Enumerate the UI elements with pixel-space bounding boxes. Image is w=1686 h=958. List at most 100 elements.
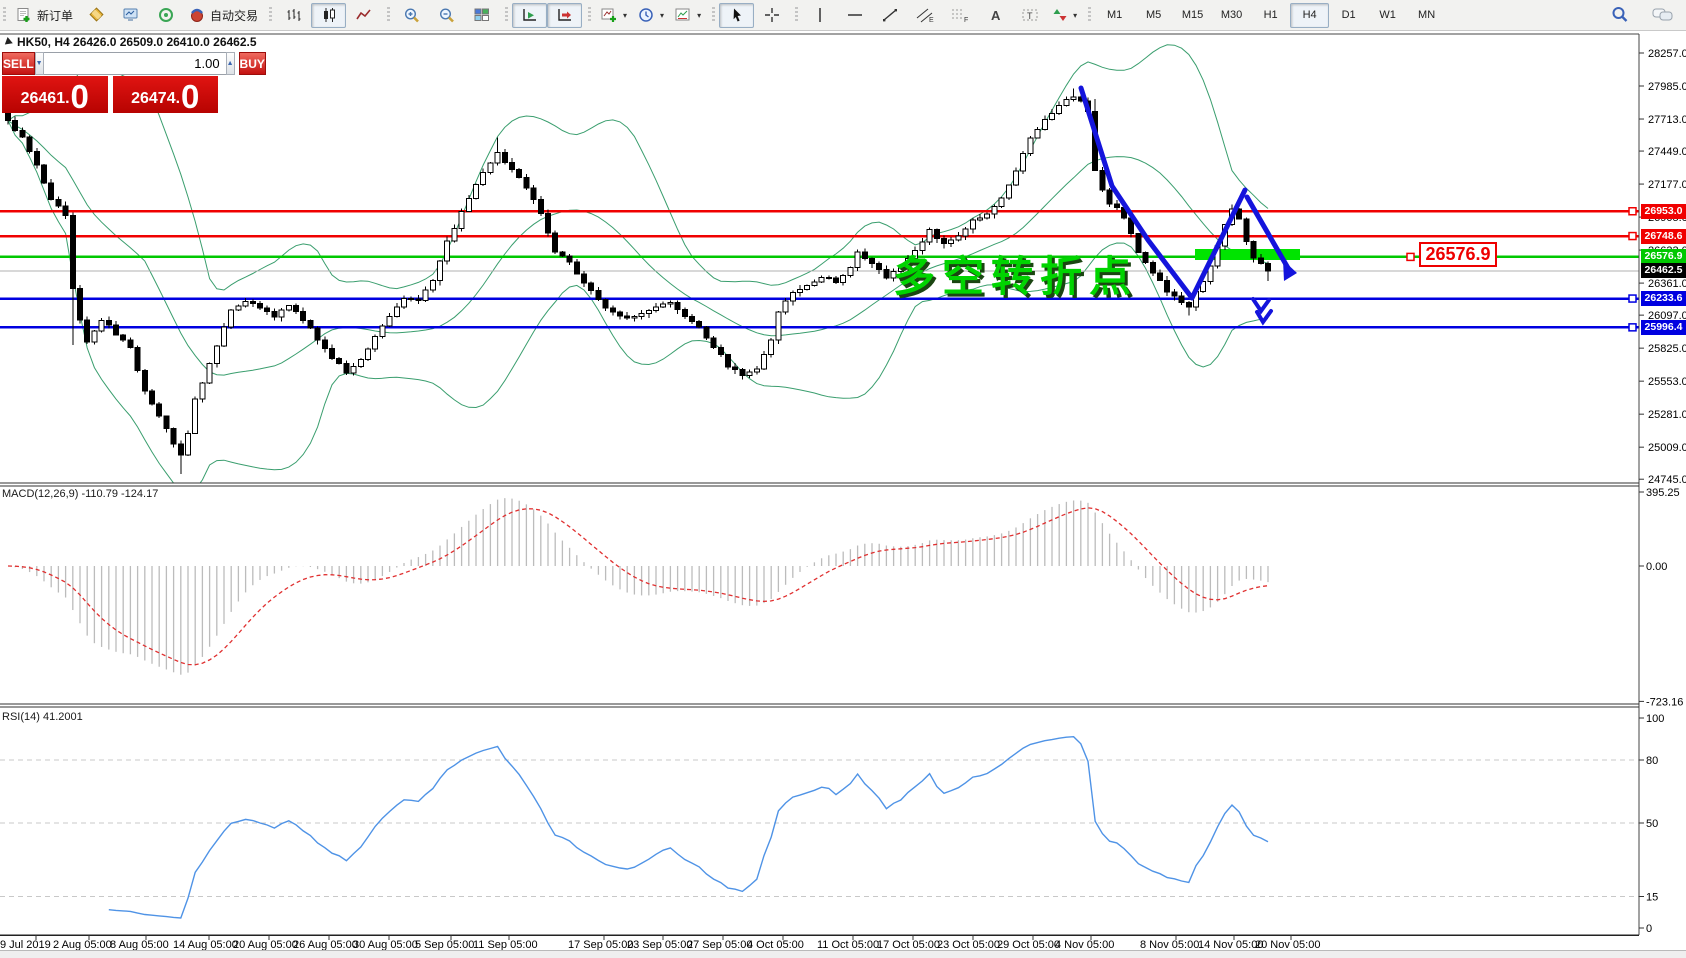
timeframe-w1-label: W1 — [1379, 9, 1396, 21]
label-icon: T — [1021, 7, 1039, 23]
svg-text:25553.0: 25553.0 — [1648, 376, 1686, 388]
timeframe-m1[interactable]: M1 — [1095, 3, 1134, 28]
auto-scroll-button[interactable] — [547, 3, 582, 28]
price-axis: 28257.027985.027713.027449.027177.026905… — [1629, 48, 1686, 935]
chat-button[interactable] — [1645, 3, 1680, 28]
shift-end-button[interactable] — [512, 3, 547, 28]
rsi-line — [109, 737, 1268, 918]
timeframe-m5[interactable]: M5 — [1134, 3, 1173, 28]
templates-button[interactable]: ▾ — [669, 3, 706, 28]
timeframe-h1-label: H1 — [1264, 9, 1278, 21]
svg-text:28257.0: 28257.0 — [1648, 48, 1686, 60]
timeframe-m15-label: M15 — [1182, 9, 1203, 21]
chevron-down-icon: ▾ — [623, 11, 627, 20]
chart-line-icon — [355, 7, 373, 23]
timeframe-d1[interactable]: D1 — [1329, 3, 1368, 28]
text-button[interactable]: A — [977, 3, 1012, 28]
timeframe-mn-label: MN — [1418, 9, 1435, 21]
horizontal-line-button[interactable] — [837, 3, 872, 28]
application-window: { "toolbar": { "groups": [ {"items": [ {… — [0, 0, 1686, 958]
trendline-button[interactable] — [872, 3, 907, 28]
vline-icon — [813, 7, 827, 23]
svg-text:80: 80 — [1646, 755, 1658, 767]
tile-windows-button[interactable] — [464, 3, 499, 28]
sell-price-panel[interactable]: 26461.0 — [2, 76, 108, 113]
bollinger-lower-line — [8, 121, 1268, 495]
auto-trading-button[interactable]: 自动交易 — [183, 3, 263, 28]
svg-text:0: 0 — [1646, 923, 1652, 935]
timeframe-m5-label: M5 — [1146, 9, 1161, 21]
tile-icon — [473, 7, 491, 23]
autotrade-icon — [188, 7, 206, 23]
text-icon: A — [988, 7, 1002, 23]
text-label-button[interactable]: T — [1012, 3, 1047, 28]
buy-price-panel[interactable]: 26474.0 — [113, 76, 219, 113]
macd-pane — [8, 498, 1268, 675]
timeframe-h4[interactable]: H4 — [1290, 3, 1329, 28]
hline-icon — [846, 7, 864, 23]
volume-input[interactable] — [44, 52, 226, 75]
price-tag-26233.6: 26233.6 — [1641, 291, 1686, 306]
zoom-out-icon — [438, 7, 456, 24]
buy-price: 26474 — [131, 86, 176, 112]
sell-price-big-digit: 0 — [71, 81, 89, 112]
volume-decrease-button[interactable]: ▼ — [35, 52, 44, 75]
fibonacci-button[interactable]: F — [942, 3, 977, 28]
crosshair-button[interactable] — [754, 3, 789, 28]
svg-text:50: 50 — [1646, 818, 1658, 830]
new-order-button[interactable]: 新订单 — [10, 3, 78, 28]
svg-text:25825.0: 25825.0 — [1648, 343, 1686, 355]
price-tag-26953.0: 26953.0 — [1641, 204, 1686, 219]
svg-text:395.25: 395.25 — [1646, 487, 1680, 499]
rsi-pane — [0, 737, 1639, 918]
periods-button[interactable]: ▾ — [632, 3, 669, 28]
equidistant-channel-button[interactable]: E — [907, 3, 942, 28]
signals-icon — [157, 7, 175, 23]
svg-text:27985.0: 27985.0 — [1648, 81, 1686, 93]
timeframe-m1-label: M1 — [1107, 9, 1122, 21]
price-tag-26576.9: 26576.9 — [1641, 249, 1686, 264]
profiles-button[interactable] — [78, 3, 113, 28]
market-watch-button[interactable] — [113, 3, 148, 28]
price-tag-26462.5: 26462.5 — [1641, 263, 1686, 278]
svg-text:100: 100 — [1646, 713, 1664, 725]
candlestick-chart-button[interactable] — [311, 3, 346, 28]
cursor-button[interactable] — [719, 3, 754, 28]
price-callout-label[interactable]: 26576.9 — [1419, 242, 1497, 267]
timeframe-m30[interactable]: M30 — [1212, 3, 1251, 28]
timeframe-h1[interactable]: H1 — [1251, 3, 1290, 28]
vertical-line-button[interactable] — [802, 3, 837, 28]
fibo-icon: F — [950, 7, 970, 23]
timeframe-m30-label: M30 — [1221, 9, 1242, 21]
chevron-down-icon: ▾ — [1073, 11, 1077, 20]
zoom-out-button[interactable] — [429, 3, 464, 28]
bar-chart-button[interactable] — [276, 3, 311, 28]
clock-icon — [637, 7, 655, 23]
main-pane — [0, 45, 1639, 495]
svg-text:26361.0: 26361.0 — [1648, 278, 1686, 290]
signals-button[interactable] — [148, 3, 183, 28]
macd-indicator-label: MACD(12,26,9) -110.79 -124.17 — [2, 488, 158, 500]
new-chart-icon — [600, 7, 618, 23]
svg-text:27177.0: 27177.0 — [1648, 179, 1686, 191]
template-icon — [674, 7, 692, 23]
annotation-text[interactable]: 多空转折点 — [893, 243, 1138, 304]
arrows-button[interactable]: ▾ — [1047, 3, 1082, 28]
svg-text:T: T — [1027, 11, 1033, 21]
search-button[interactable] — [1602, 3, 1637, 28]
volume-increase-button[interactable]: ▲ — [226, 52, 235, 75]
sell-button[interactable]: SELL — [2, 52, 35, 75]
one-click-trading-panel: SELL ▼ ▲ BUY 26461.0 26474.0 — [2, 52, 218, 113]
chat-icon — [1651, 6, 1675, 24]
line-chart-button[interactable] — [346, 3, 381, 28]
buy-button[interactable]: BUY — [239, 52, 266, 75]
new-chart-button[interactable]: ▾ — [595, 3, 632, 28]
timeframe-m15[interactable]: M15 — [1173, 3, 1212, 28]
timeframe-mn[interactable]: MN — [1407, 3, 1446, 28]
sell-price: 26461 — [21, 86, 66, 112]
svg-text:E: E — [929, 17, 934, 23]
autoscroll-icon — [556, 7, 574, 23]
chart-canvas[interactable]: 28257.027985.027713.027449.027177.026905… — [0, 0, 1686, 958]
zoom-in-button[interactable] — [394, 3, 429, 28]
timeframe-w1[interactable]: W1 — [1368, 3, 1407, 28]
